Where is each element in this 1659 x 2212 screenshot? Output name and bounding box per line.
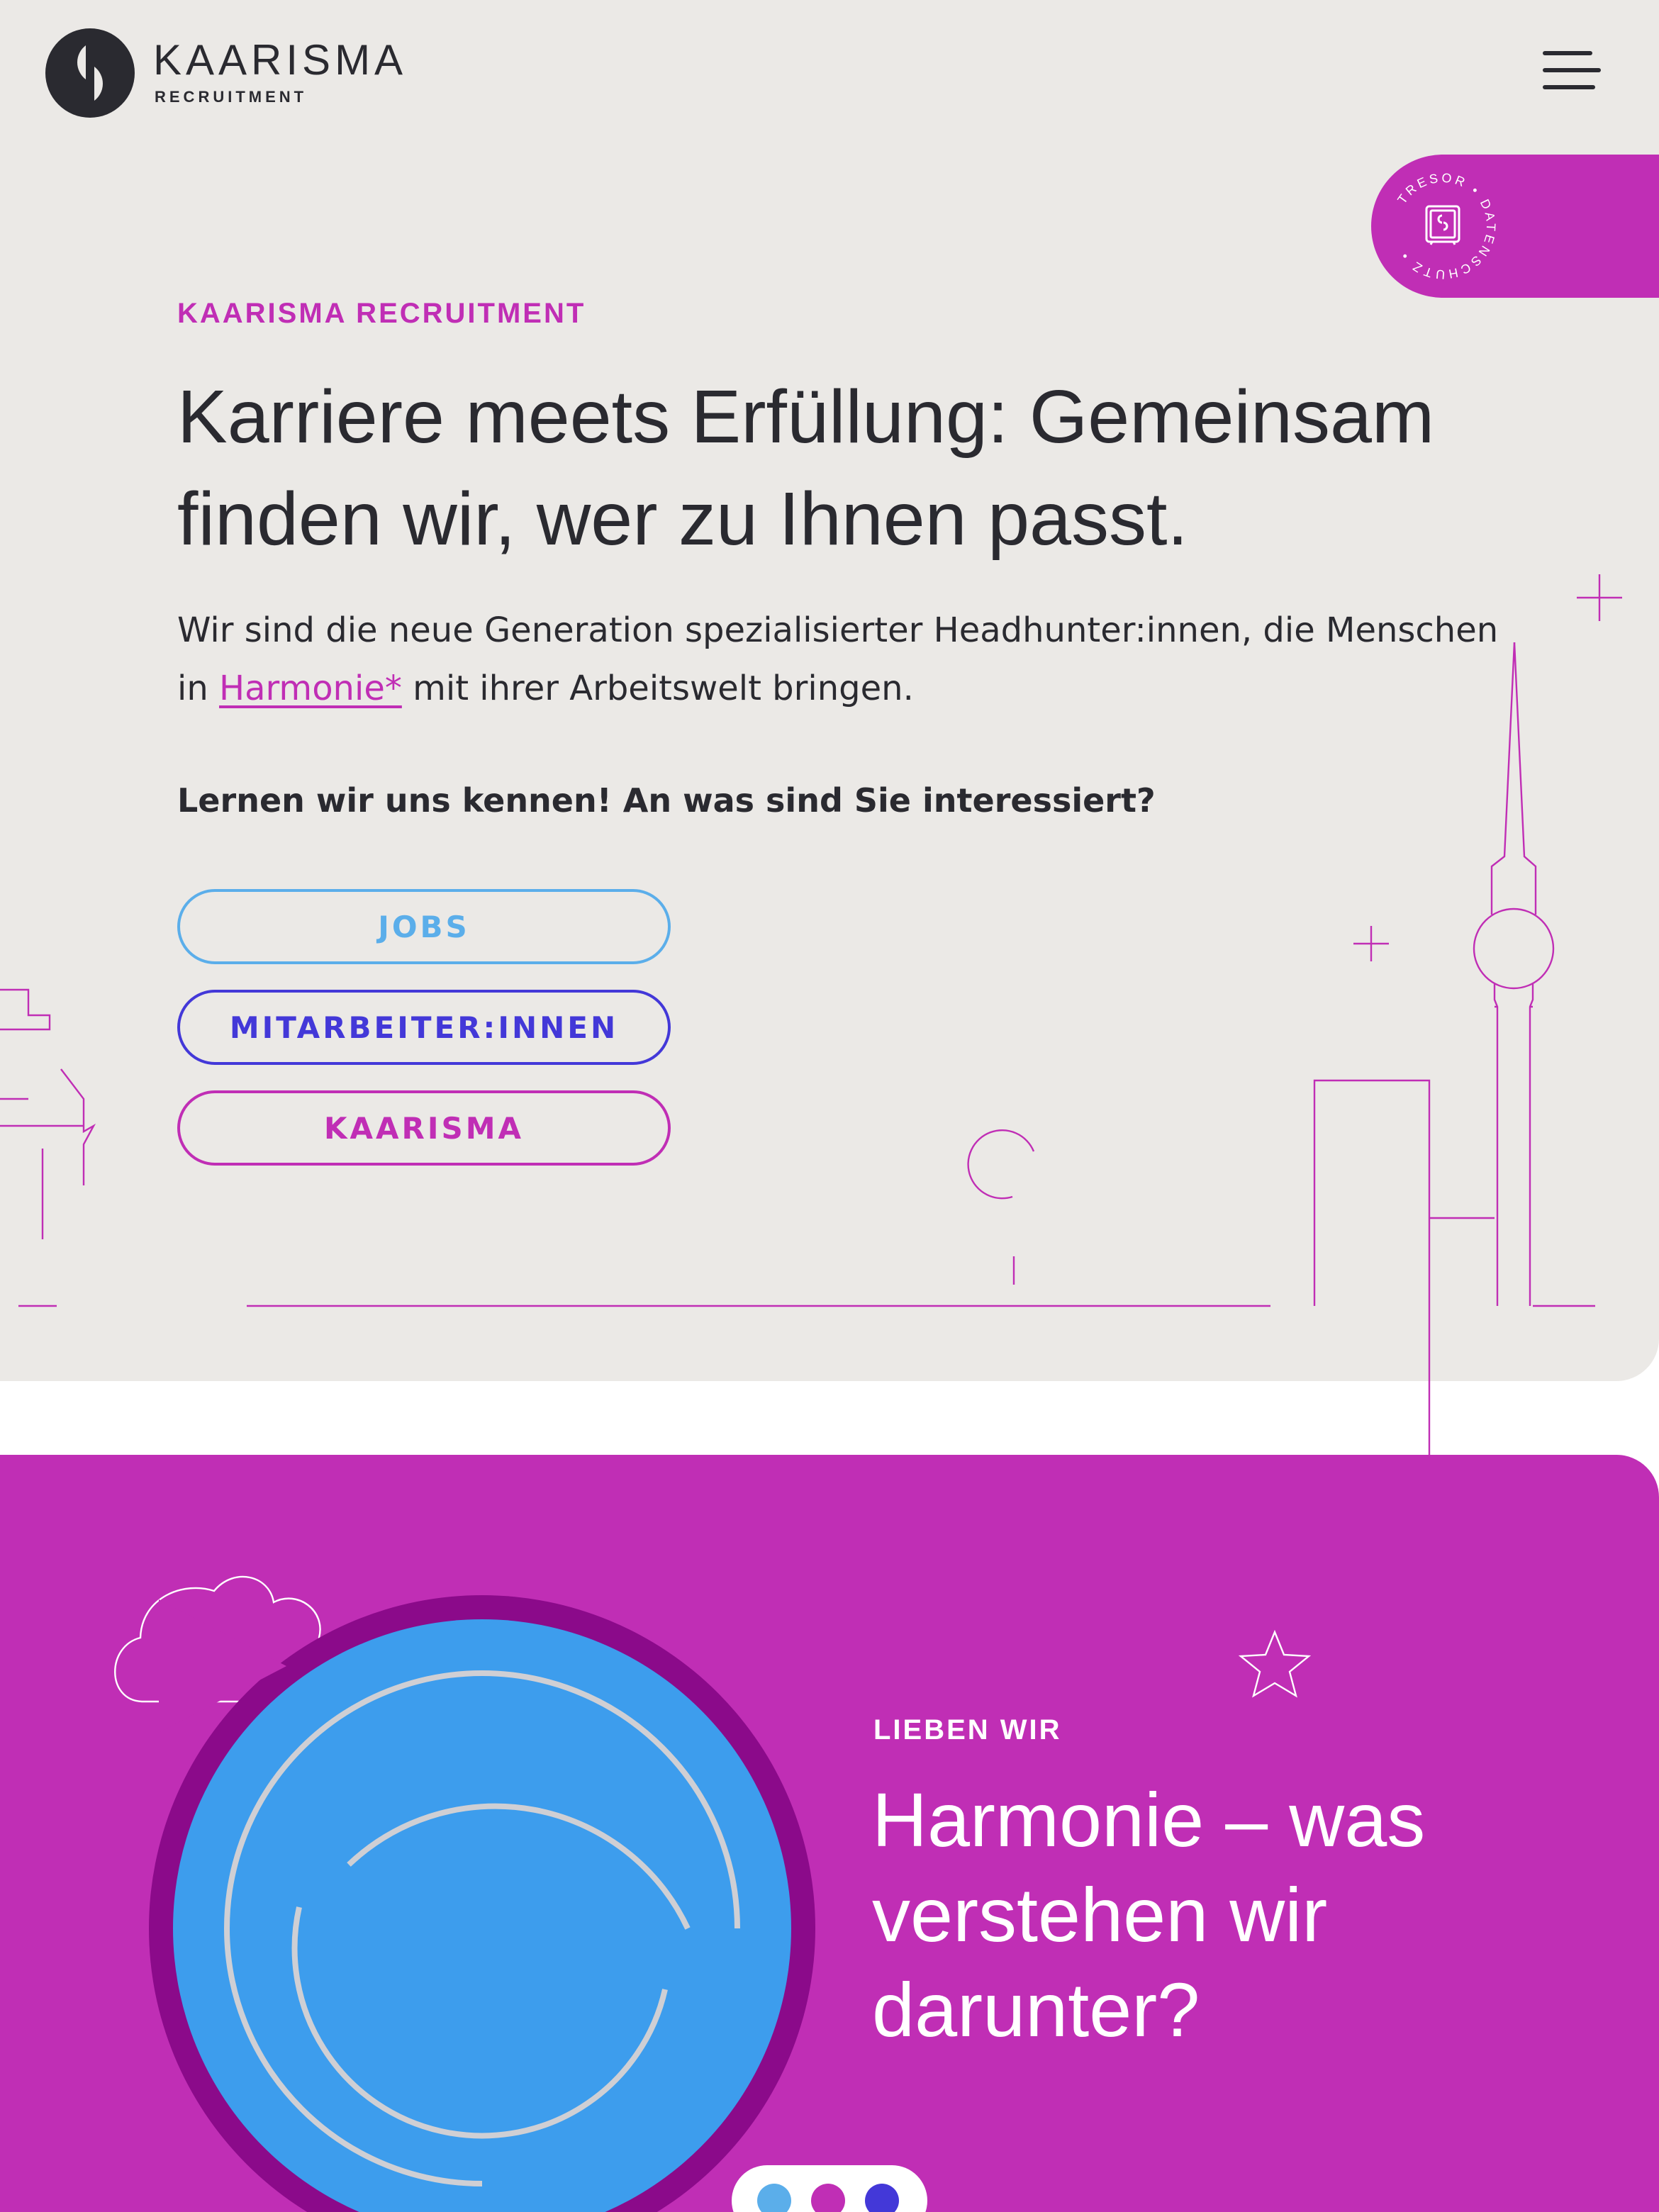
logo[interactable]: KAARISMA RECRUITMENT — [45, 27, 414, 119]
kaarisma-button[interactable]: KAARISMA — [177, 1090, 671, 1166]
headline-line-1: Karriere meets Erfüllung: Gemeinsam — [177, 375, 1435, 459]
section-title-line-3: darunter? — [872, 1967, 1200, 2052]
harmonie-link[interactable]: Harmonie* — [219, 669, 402, 708]
slider-dot-1[interactable] — [757, 2184, 791, 2212]
brand-subtitle: RECRUITMENT — [155, 88, 308, 106]
section-eyebrow: LIEBEN WIR — [873, 1714, 1062, 1745]
intro-line-1: Wir sind die neue Generation spezialisie… — [177, 610, 1499, 650]
slider-dot-3[interactable] — [865, 2184, 899, 2212]
hero-eyebrow: KAARISMA RECRUITMENT — [177, 298, 586, 329]
tresor-ring-graphic: TRESOR • DATENSCHUTZ • — [1395, 170, 1495, 281]
interest-question: Lernen wir uns kennen! An was sind Sie i… — [177, 781, 1156, 820]
safe-icon — [1425, 205, 1460, 245]
mitarbeiter-innen-button[interactable]: MITARBEITER:INNEN — [177, 990, 671, 1065]
slider-dots — [732, 2165, 927, 2212]
star-icon — [1238, 1629, 1312, 1698]
intro-text: Wir sind die neue Generation spezialisie… — [177, 601, 1524, 717]
tresor-datenschutz-badge[interactable]: TRESOR • DATENSCHUTZ • — [1371, 155, 1659, 298]
harmonie-section: LIEBEN WIR Harmonie – was verstehen wir … — [0, 1455, 1659, 2212]
page-title: Karriere meets Erfüllung: Gemeinsam find… — [177, 366, 1524, 570]
brand-name: KAARISMA — [153, 36, 408, 84]
section-title-line-1: Harmonie – was — [872, 1777, 1426, 1862]
play-icon[interactable] — [149, 1595, 291, 1737]
hamburger-menu-icon[interactable] — [1543, 50, 1605, 94]
jobs-button[interactable]: JOBS — [177, 889, 671, 964]
logo-mark-icon — [45, 28, 135, 118]
slider-dot-2[interactable] — [811, 2184, 845, 2212]
headline-line-2: finden wir, wer zu Ihnen passt. — [177, 477, 1188, 561]
intro-prefix: in — [177, 669, 208, 708]
intro-suffix: mit ihrer Arbeitswelt bringen. — [413, 669, 914, 708]
section-title-line-2: verstehen wir — [872, 1872, 1328, 1957]
video-player[interactable] — [149, 1595, 815, 2212]
section-title: Harmonie – was verstehen wir darunter? — [872, 1772, 1553, 2057]
